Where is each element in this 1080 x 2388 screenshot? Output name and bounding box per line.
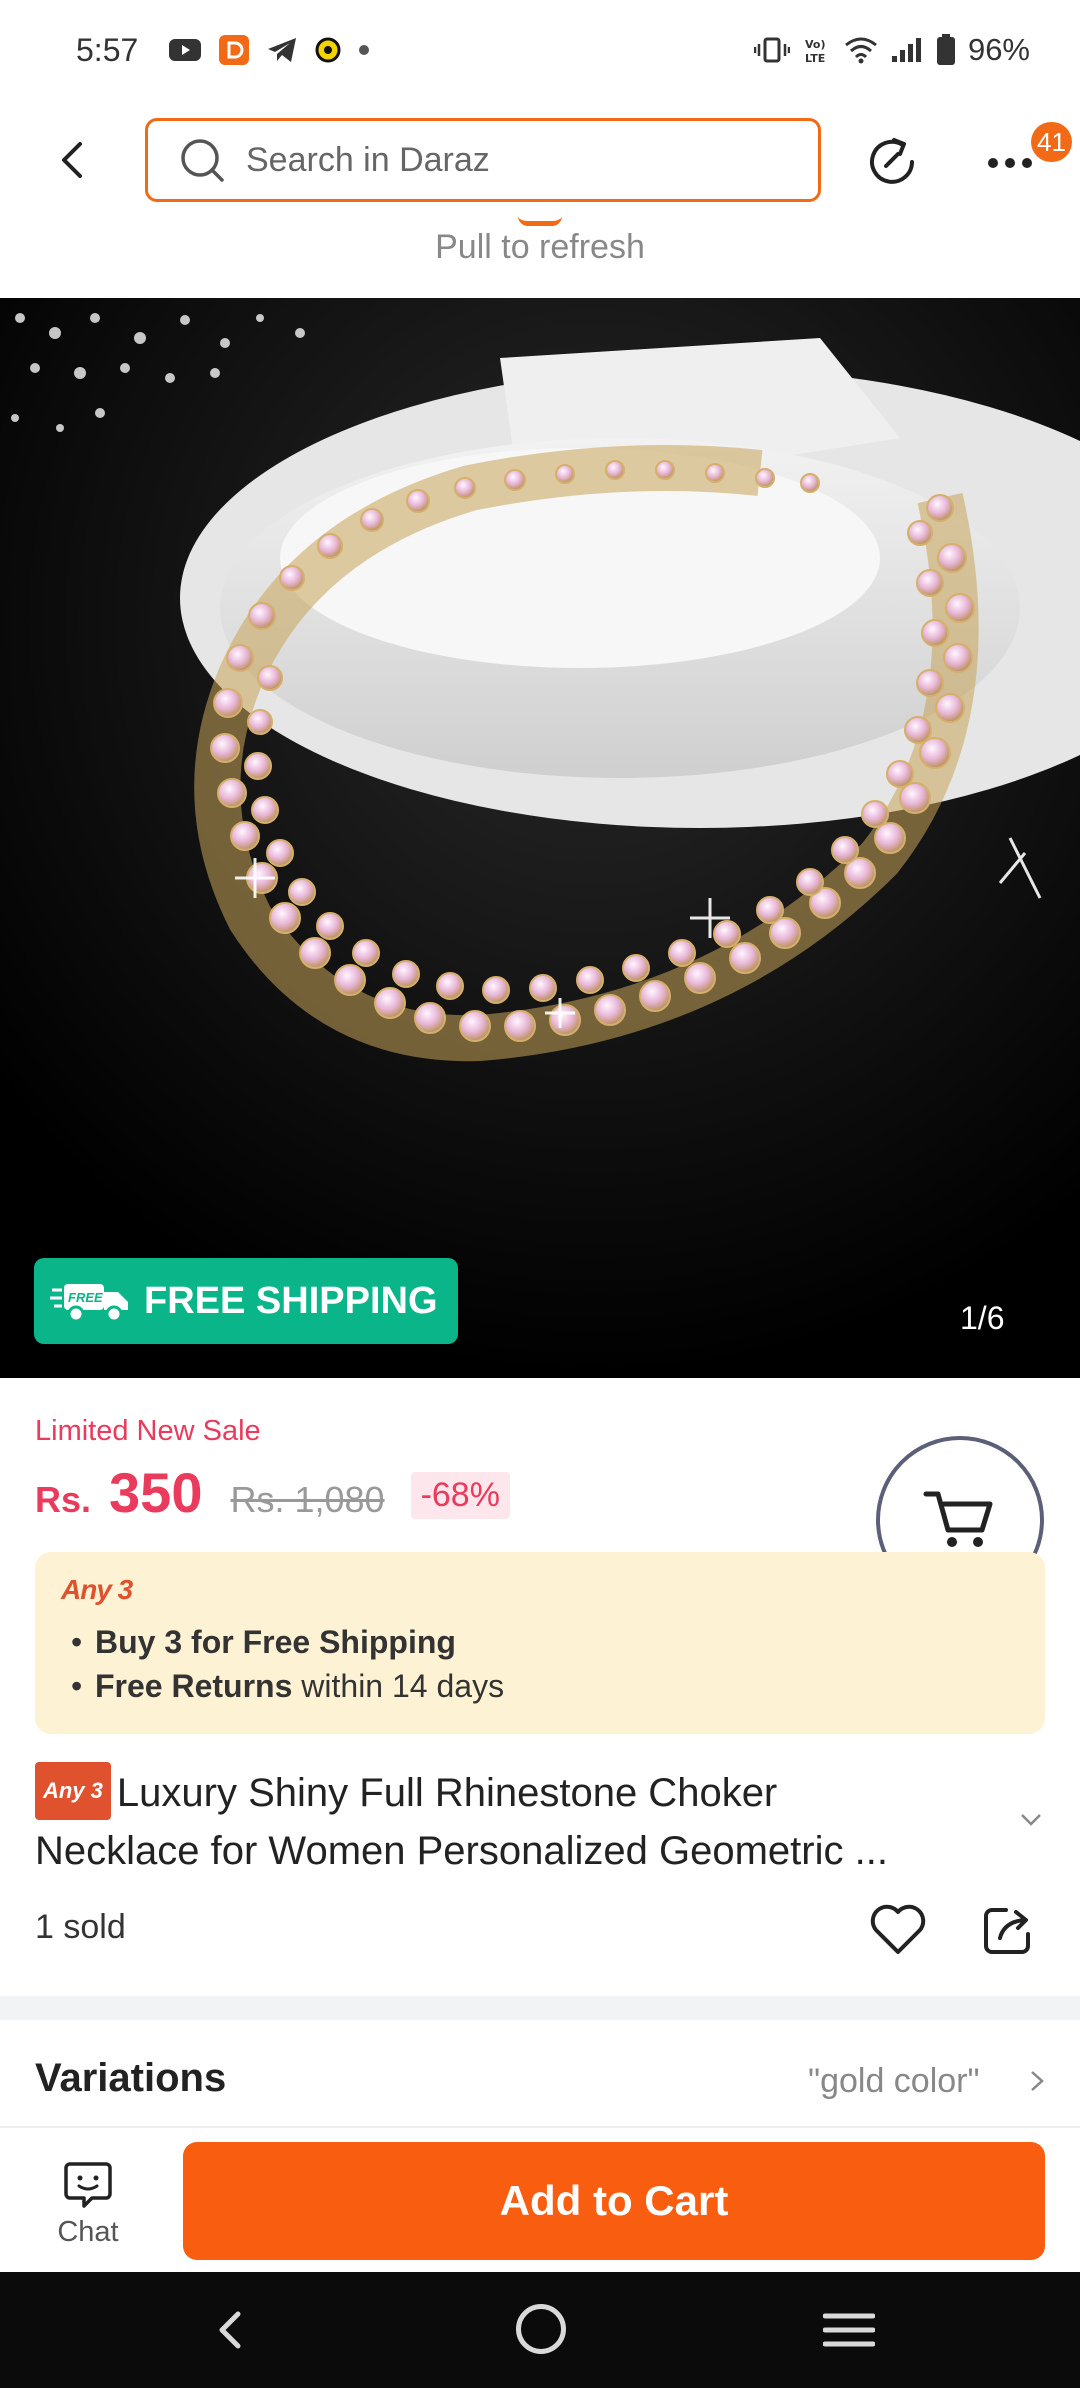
volte-icon: Vo) LTE: [802, 35, 832, 65]
search-icon: [181, 139, 224, 182]
nav-home-button[interactable]: [516, 2304, 566, 2354]
search-placeholder: Search in Daraz: [246, 140, 490, 179]
system-navigation-bar: [0, 2272, 1080, 2388]
chat-button[interactable]: Chat: [30, 2158, 146, 2258]
price-currency: Rs.: [35, 1479, 92, 1520]
vibrate-icon: [753, 36, 790, 64]
current-price: 350: [109, 1461, 203, 1524]
svg-text:Vo): Vo): [805, 38, 826, 51]
image-counter: 1/6: [960, 1300, 1005, 1336]
variations-label: Variations: [35, 2056, 227, 2100]
snapchat-icon: [314, 36, 342, 64]
promo-item-returns: Free Returns within 14 days: [61, 1664, 1019, 1708]
wifi-icon: [844, 36, 878, 64]
battery-icon: [936, 34, 956, 66]
battery-level: 96%: [967, 32, 1030, 67]
free-small-label: FREE: [68, 1290, 103, 1305]
product-image[interactable]: [0, 298, 1080, 1378]
promo-item-returns-rest: within 14 days: [292, 1668, 505, 1704]
sale-label: Limited New Sale: [35, 1415, 261, 1447]
heart-icon: [870, 1904, 926, 1954]
more-options-button[interactable]: [985, 138, 1035, 188]
daraz-icon: [218, 34, 250, 66]
system-status-icons: Vo) LTE 96%: [753, 32, 1030, 68]
title-line-2: Necklace for Women Personalized Geometri…: [35, 1829, 888, 1874]
share-button[interactable]: [978, 1900, 1038, 1960]
nav-recents-icon[interactable]: [823, 2312, 875, 2348]
refresh-button[interactable]: [864, 134, 920, 190]
cart-icon: [923, 1491, 993, 1547]
expand-chevron-icon[interactable]: [1016, 1804, 1046, 1834]
section-divider: [0, 1996, 1080, 2020]
dot-icon: [358, 44, 370, 56]
sold-count: 1 sold: [35, 1908, 126, 1946]
add-to-cart-button[interactable]: Add to Cart: [183, 2142, 1045, 2260]
notification-icons: [168, 34, 370, 66]
status-bar: 5:57 Vo) LTE 96%: [0, 0, 1080, 100]
title-tag: Any 3: [35, 1762, 111, 1821]
free-shipping-label: FREE SHIPPING: [144, 1279, 438, 1322]
signal-icon: [890, 36, 924, 64]
refresh-icon: [870, 138, 914, 184]
promo-item-shipping-text: Buy 3 for Free Shipping: [95, 1624, 456, 1660]
svg-text:LTE: LTE: [805, 52, 825, 65]
title-line-1: Luxury Shiny Full Rhinestone Choker: [116, 1771, 778, 1815]
chat-icon: [64, 2162, 112, 2208]
share-icon: [984, 1908, 1030, 1954]
refresh-spinner: [518, 216, 562, 226]
price-row: Rs. 350 Rs. 1,080 -68%: [35, 1460, 510, 1525]
variations-value[interactable]: "gold color": [808, 2062, 980, 2101]
bottom-action-bar: Chat Add to Cart: [0, 2126, 1080, 2272]
product-title[interactable]: Any 3 Luxury Shiny Full Rhinestone Choker…: [35, 1762, 1015, 1878]
free-shipping-badge: FREE FREE SHIPPING: [34, 1258, 458, 1344]
chat-label: Chat: [57, 2216, 119, 2248]
more-dots-icon: [988, 158, 1032, 168]
promo-list: Buy 3 for Free Shipping Free Returns wit…: [61, 1620, 1019, 1708]
pull-to-refresh-label: Pull to refresh: [435, 228, 645, 266]
youtube-icon: [168, 37, 202, 63]
promo-item-returns-bold: Free Returns: [95, 1668, 293, 1704]
promo-box[interactable]: Any 3 Buy 3 for Free Shipping Free Retur…: [35, 1552, 1045, 1734]
status-time: 5:57: [76, 31, 139, 68]
chevron-right-icon[interactable]: [1024, 2066, 1050, 2096]
notification-badge: 41: [1031, 122, 1072, 162]
back-button[interactable]: [52, 140, 92, 180]
promo-item-shipping: Buy 3 for Free Shipping: [61, 1620, 1019, 1664]
nav-back-icon[interactable]: [210, 2310, 250, 2350]
back-arrow-icon: [62, 142, 82, 178]
discount-badge: -68%: [410, 1472, 510, 1519]
promo-tag: Any 3: [61, 1574, 133, 1605]
top-header: Search in Daraz: [0, 110, 1080, 210]
delivery-truck-icon: FREE: [50, 1284, 128, 1323]
necklace-photo: [0, 298, 1080, 1378]
telegram-icon: [266, 36, 298, 64]
original-price: Rs. 1,080: [230, 1479, 385, 1520]
wishlist-button[interactable]: [868, 1900, 928, 1960]
search-input[interactable]: Search in Daraz: [145, 118, 821, 202]
